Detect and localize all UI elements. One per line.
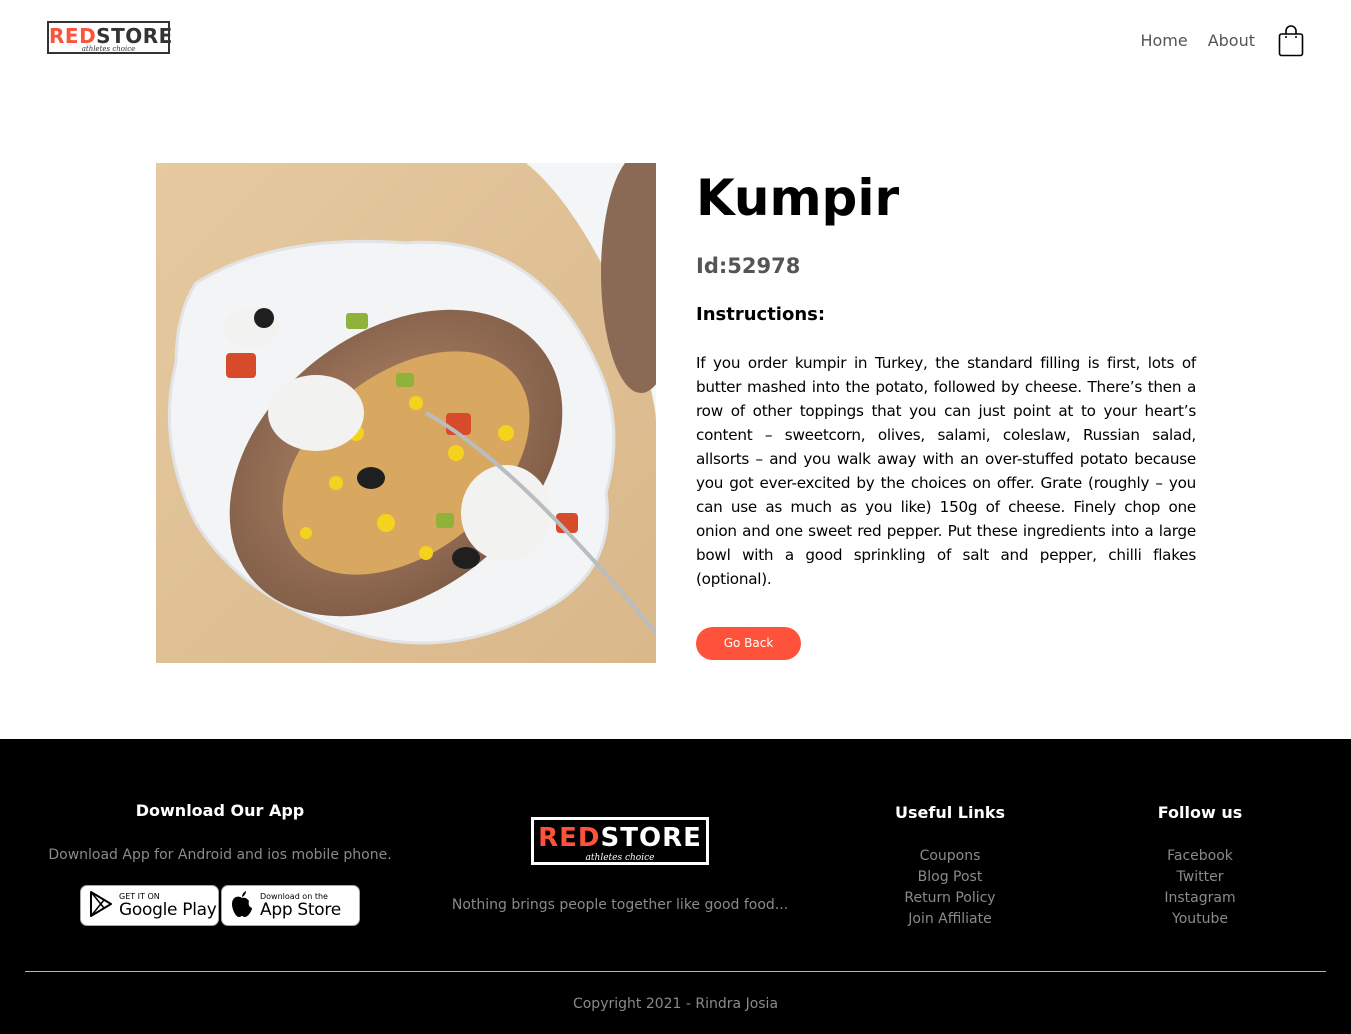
site-header: REDSTORE athletes choice Home About — [0, 0, 1351, 90]
app-badges: GET IT ON Google Play Download on the Ap… — [20, 885, 420, 926]
redstore-logo[interactable]: REDSTORE athletes choice — [47, 21, 172, 54]
link-twitter[interactable]: Twitter — [1100, 867, 1300, 888]
follow-us-heading: Follow us — [1157, 803, 1243, 822]
footer-logo-wordmark: REDSTORE — [534, 825, 706, 851]
follow-us-list: Facebook Twitter Instagram Youtube — [1100, 846, 1300, 930]
logo-tagline: athletes choice — [81, 45, 136, 53]
meal-image — [156, 163, 656, 663]
useful-links-list: Coupons Blog Post Return Policy Join Aff… — [850, 846, 1050, 930]
footer-logo-tagline: athletes choice — [585, 853, 655, 863]
link-join-affiliate[interactable]: Join Affiliate — [850, 909, 1050, 930]
download-text: Download App for Android and ios mobile … — [48, 847, 392, 863]
footer-divider — [25, 971, 1326, 972]
link-blog-post[interactable]: Blog Post — [850, 867, 1050, 888]
google-play-big-text: Google Play — [119, 899, 217, 920]
footer-logo-word-red: RED — [538, 823, 601, 853]
app-store-badge[interactable]: Download on the App Store — [221, 885, 360, 926]
link-youtube[interactable]: Youtube — [1100, 909, 1300, 930]
nav-home-link[interactable]: Home — [1140, 31, 1187, 51]
meal-title: Kumpir — [696, 169, 900, 227]
footer-download-column: Download Our App Download App for Androi… — [20, 801, 420, 926]
site-footer: Download Our App Download App for Androi… — [0, 739, 1351, 1034]
link-facebook[interactable]: Facebook — [1100, 846, 1300, 867]
download-heading: Download Our App — [135, 801, 305, 820]
instructions-text: If you order kumpir in Turkey, the stand… — [696, 354, 1196, 588]
logo-wordmark: REDSTORE — [49, 26, 172, 46]
copyright-text: Copyright 2021 - Rindra Josia — [572, 996, 779, 1012]
meal-details: Kumpir Id:52978 Instructions: If you ord… — [696, 163, 1196, 591]
go-back-button[interactable]: Go Back — [696, 627, 801, 660]
footer-brand-column: REDSTORE athletes choice Nothing brings … — [420, 817, 820, 915]
footer-logo: REDSTORE athletes choice — [531, 817, 709, 865]
footer-tagline: Nothing brings people together like good… — [451, 897, 789, 913]
footer-follow-column: Follow us Facebook Twitter Instagram You… — [1100, 803, 1300, 930]
footer-useful-links-column: Useful Links Coupons Blog Post Return Po… — [850, 803, 1050, 930]
google-play-badge[interactable]: GET IT ON Google Play — [80, 885, 219, 926]
instructions-heading: Instructions: — [696, 304, 826, 325]
useful-links-heading: Useful Links — [894, 803, 1005, 822]
main-nav: Home About — [1140, 31, 1255, 51]
link-instagram[interactable]: Instagram — [1100, 888, 1300, 909]
link-return-policy[interactable]: Return Policy — [850, 888, 1050, 909]
shopping-bag-icon[interactable] — [1278, 25, 1304, 57]
footer-logo-word-white: STORE — [600, 823, 702, 853]
google-play-icon — [89, 890, 113, 921]
meal-id: Id:52978 — [696, 254, 801, 278]
app-store-big-text: App Store — [260, 899, 341, 920]
nav-about-link[interactable]: About — [1208, 31, 1255, 51]
link-coupons[interactable]: Coupons — [850, 846, 1050, 867]
apple-icon — [230, 890, 254, 922]
